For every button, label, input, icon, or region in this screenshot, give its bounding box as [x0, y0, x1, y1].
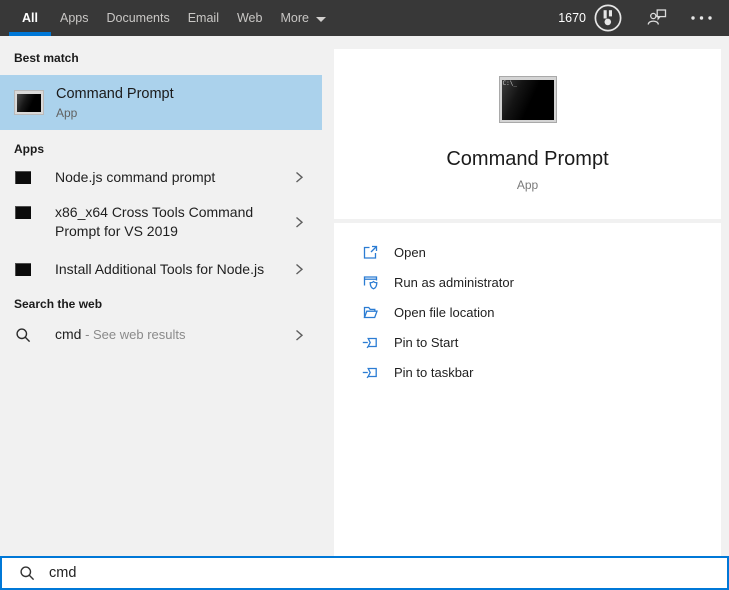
filter-tabs: All Apps Documents Email Web More: [0, 0, 335, 36]
action-pin-to-start[interactable]: Pin to Start: [362, 327, 721, 357]
preview-subtitle: App: [516, 178, 539, 192]
web-query-text: cmd: [55, 326, 82, 342]
action-open[interactable]: Open: [362, 237, 721, 267]
tab-apps[interactable]: Apps: [51, 0, 98, 36]
best-match-subtitle: App: [56, 105, 78, 120]
topbar-right-cluster: 1670: [558, 0, 729, 36]
search-the-web-header: Search the web: [14, 297, 103, 311]
chevron-right-icon[interactable]: [295, 263, 304, 276]
tab-email[interactable]: Email: [179, 0, 228, 36]
chevron-right-icon[interactable]: [295, 329, 304, 342]
action-list: Open Run as administrator Open file loca…: [334, 223, 721, 387]
terminal-icon: [15, 206, 31, 219]
terminal-icon: [15, 171, 31, 184]
best-match-result[interactable]: Command Prompt App: [0, 75, 322, 130]
windows-search-flyout: All Apps Documents Email Web More 1670 B…: [0, 0, 729, 590]
pin-icon: [362, 334, 379, 351]
feedback-icon[interactable]: [647, 8, 668, 28]
command-prompt-icon-large: C:\_: [498, 76, 557, 123]
search-filter-bar: All Apps Documents Email Web More 1670: [0, 0, 729, 36]
tab-web[interactable]: Web: [228, 0, 271, 36]
open-icon: [362, 244, 379, 261]
terminal-icon: [15, 263, 31, 276]
search-input[interactable]: [49, 558, 727, 588]
rewards-medal-icon[interactable]: [593, 3, 623, 33]
best-match-title: Command Prompt: [56, 85, 174, 102]
action-open-file-location[interactable]: Open file location: [362, 297, 721, 327]
result-install-additional-tools[interactable]: Install Additional Tools for Node.js: [0, 252, 322, 287]
search-icon: [15, 327, 32, 344]
preview-header: C:\_ Command Prompt App: [334, 49, 721, 219]
preview-panel: C:\_ Command Prompt App Open Run as admi…: [334, 49, 721, 556]
web-suffix-text: - See web results: [81, 327, 186, 342]
command-prompt-icon: [14, 90, 44, 115]
shield-admin-icon: [362, 274, 379, 291]
more-options-icon[interactable]: [690, 15, 714, 21]
result-web-search[interactable]: cmd - See web results: [0, 317, 322, 353]
chevron-right-icon[interactable]: [295, 216, 304, 229]
tab-all[interactable]: All: [9, 0, 51, 36]
chevron-right-icon[interactable]: [295, 171, 304, 184]
folder-location-icon: [362, 304, 379, 321]
tab-documents[interactable]: Documents: [97, 0, 178, 36]
pin-icon: [362, 364, 379, 381]
result-x86-x64-cross-tools[interactable]: x86_x64 Cross Tools Command Prompt for V…: [0, 195, 322, 249]
rewards-points-count: 1670: [558, 11, 586, 25]
result-nodejs-command-prompt[interactable]: Node.js command prompt: [0, 160, 322, 195]
chevron-down-icon: [315, 16, 326, 22]
search-results-panel: Best match Command Prompt App Apps Node.…: [0, 36, 322, 556]
tab-more[interactable]: More: [271, 0, 334, 36]
action-pin-to-taskbar[interactable]: Pin to taskbar: [362, 357, 721, 387]
apps-section-header: Apps: [14, 142, 44, 156]
best-match-header: Best match: [14, 51, 79, 65]
search-icon: [19, 565, 36, 582]
action-run-as-administrator[interactable]: Run as administrator: [362, 267, 721, 297]
search-box: [0, 556, 729, 590]
preview-title: Command Prompt: [446, 148, 609, 170]
